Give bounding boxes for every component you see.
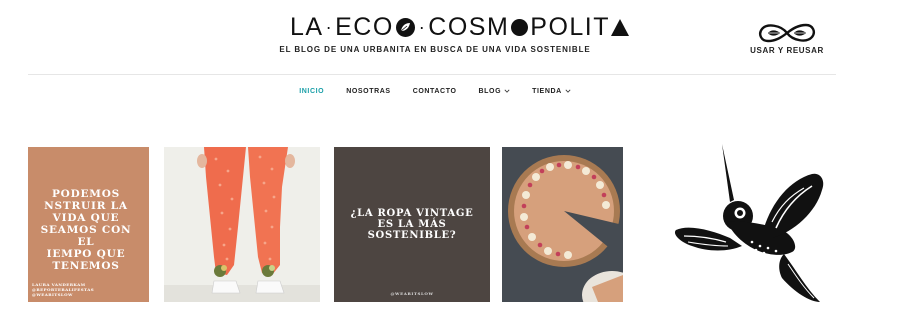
- chevron-down-icon: [504, 89, 510, 93]
- post-card-tart[interactable]: [502, 147, 623, 302]
- post-handle: @WEARITSLOW: [390, 291, 434, 296]
- post-quote: ¿LA ROPA VINTAGE ES LA MÁS SOSTENIBLE?: [350, 208, 474, 241]
- post-card-pants[interactable]: [164, 147, 320, 302]
- orange-floral-pants-photo: [164, 147, 320, 302]
- nav-item-contacto[interactable]: CONTACTO: [413, 88, 457, 95]
- nav-item-inicio[interactable]: INICIO: [299, 88, 324, 95]
- header-divider: [28, 74, 836, 75]
- brand-label[interactable]: USAR Y REUSAR: [740, 46, 834, 55]
- logo-triangle-icon: [611, 18, 630, 36]
- chevron-down-icon: [565, 89, 571, 93]
- site-logo[interactable]: LA · ECO · COSM POLIT: [290, 11, 630, 43]
- logo-text-polit: POLIT: [530, 12, 611, 41]
- tart-dessert-photo: [502, 147, 623, 302]
- hummingbird-illustration-icon: [674, 144, 824, 302]
- post-card-quote-2[interactable]: ¿LA ROPA VINTAGE ES LA MÁS SOSTENIBLE? @…: [334, 147, 490, 302]
- post-author: LAURA VANDERKAM @REPORTERALIFESTAS @WEAR…: [32, 282, 94, 297]
- nav-item-nosotras[interactable]: NOSOTRAS: [346, 88, 390, 95]
- nav-item-blog[interactable]: BLOG: [479, 88, 511, 95]
- nav-item-tienda[interactable]: TIENDA: [532, 88, 571, 95]
- logo-circle-icon: [511, 18, 529, 36]
- logo-text-eco: ECO: [335, 12, 394, 41]
- post-card-quote-1[interactable]: PODEMOS NSTRUIR LA VIDA QUE SEAMOS CON E…: [28, 147, 149, 302]
- logo-text-cosm: COSM: [428, 12, 510, 41]
- main-nav: INICIO NOSOTRAS CONTACTO BLOG TIENDA: [0, 84, 870, 98]
- site-header: LA · ECO · COSM POLIT EL BLOG DE UNA URB…: [0, 0, 900, 75]
- logo-text-la: LA: [290, 12, 324, 41]
- infinity-leaf-icon[interactable]: [757, 22, 817, 44]
- post-quote: PODEMOS NSTRUIR LA VIDA QUE SEAMOS CON E…: [40, 188, 132, 272]
- logo-leaf-icon: [395, 17, 415, 37]
